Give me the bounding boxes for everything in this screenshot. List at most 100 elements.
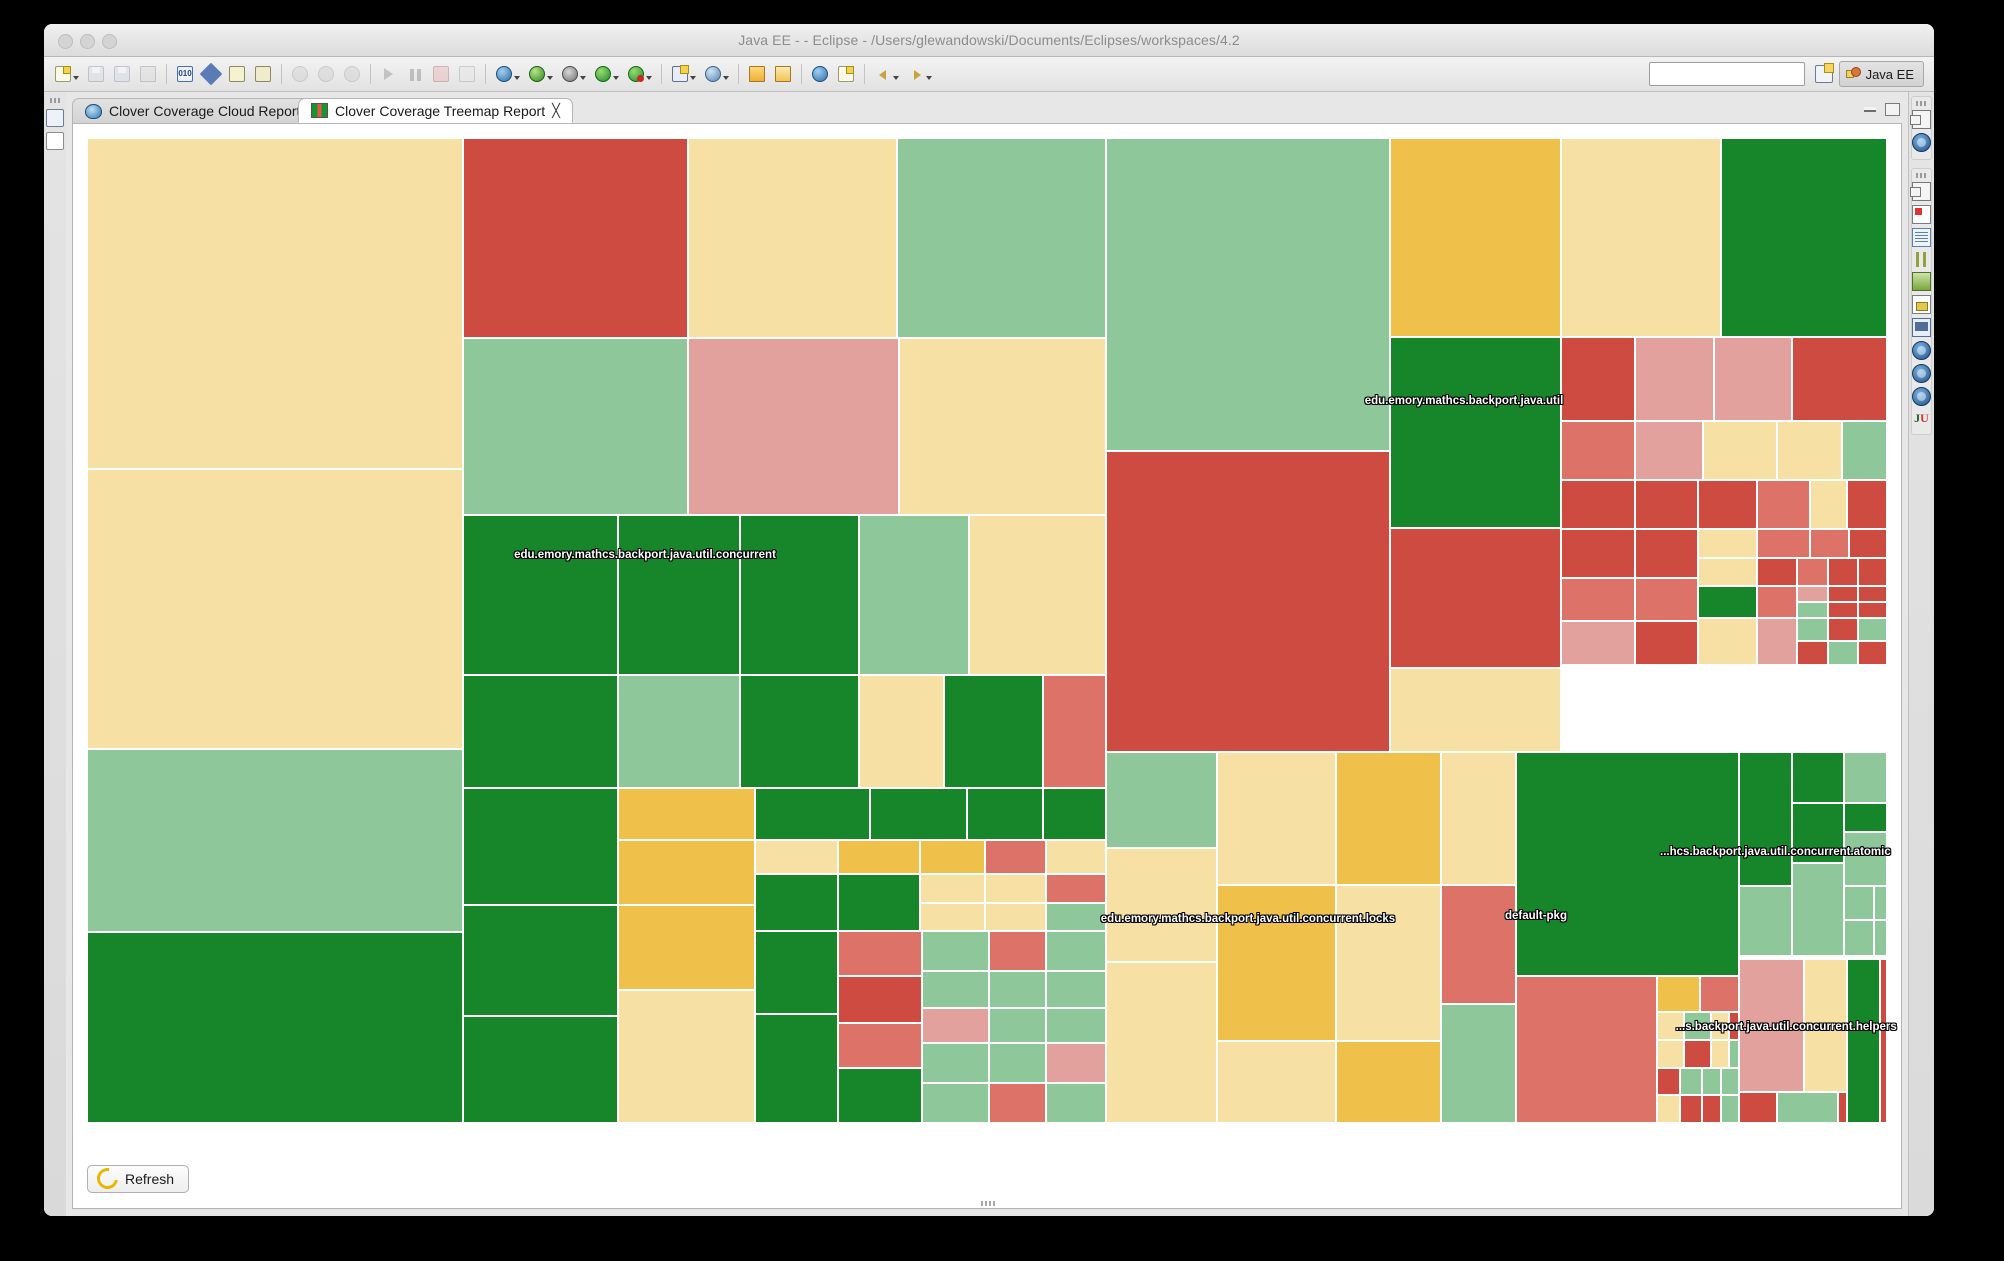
treemap-cell[interactable] — [988, 1007, 1047, 1044]
new-project-icon[interactable] — [670, 64, 696, 84]
treemap-cell[interactable] — [1874, 885, 1887, 921]
treemap-cell[interactable] — [1757, 557, 1797, 587]
run-icon[interactable] — [593, 64, 619, 84]
treemap-cell[interactable] — [1561, 336, 1635, 421]
treemap-cell[interactable] — [1390, 336, 1562, 529]
treemap-cell[interactable] — [1701, 1067, 1722, 1096]
treemap-cell[interactable] — [837, 1022, 923, 1068]
treemap-cell[interactable] — [920, 840, 986, 874]
print-icon[interactable] — [138, 64, 158, 84]
treemap-cell[interactable] — [1843, 802, 1887, 833]
treemap-cell[interactable] — [754, 1013, 838, 1123]
treemap-cell[interactable] — [1046, 1043, 1106, 1083]
treemap-cell[interactable] — [1739, 958, 1805, 1093]
last-edit-icon[interactable] — [836, 64, 856, 84]
treemap-cell[interactable] — [463, 674, 618, 789]
clover-view-icon[interactable] — [1912, 387, 1931, 406]
treemap-cell[interactable] — [1791, 802, 1844, 863]
treemap-cell[interactable] — [1791, 336, 1887, 421]
treemap-cell[interactable] — [1046, 1007, 1106, 1044]
save-all-icon[interactable] — [112, 64, 132, 84]
task-icon[interactable] — [227, 64, 247, 84]
treemap-cell[interactable] — [1797, 586, 1828, 602]
treemap-cell[interactable] — [837, 873, 921, 931]
treemap-cell[interactable] — [1440, 751, 1517, 885]
treemap-cell[interactable] — [1827, 601, 1859, 618]
tab-clover-coverage-cloud-report[interactable]: Clover Coverage Cloud Report — [72, 98, 314, 123]
treemap-cell[interactable] — [1827, 641, 1859, 665]
treemap-cell[interactable] — [688, 337, 899, 516]
treemap-cell[interactable] — [1827, 617, 1859, 642]
treemap-cell[interactable] — [1046, 930, 1106, 972]
treemap-cell[interactable] — [1721, 1095, 1740, 1123]
treemap-cell[interactable] — [1739, 1092, 1778, 1123]
treemap-cell[interactable] — [1046, 1082, 1106, 1123]
treemap-cell[interactable] — [1797, 557, 1828, 587]
treemap-cell[interactable] — [1874, 920, 1887, 956]
treemap-cell[interactable] — [1858, 601, 1887, 618]
treemap-cell[interactable] — [1858, 641, 1887, 665]
treemap-cell[interactable] — [1561, 420, 1635, 480]
treemap-cell[interactable] — [1843, 920, 1875, 956]
treemap-cell[interactable] — [1336, 1041, 1441, 1123]
treemap-cell[interactable] — [1105, 751, 1218, 849]
treemap-cell[interactable] — [1827, 557, 1859, 587]
globe-icon[interactable] — [494, 64, 520, 84]
treemap-cell[interactable] — [985, 903, 1047, 931]
treemap-cell[interactable] — [1809, 529, 1850, 558]
annotation-icon[interactable] — [253, 64, 273, 84]
treemap-cell[interactable] — [1217, 884, 1337, 1042]
servers-view-icon[interactable] — [1912, 272, 1931, 291]
treemap-cell[interactable] — [1516, 976, 1657, 1123]
open-type-icon[interactable] — [747, 64, 767, 84]
clover-icon[interactable] — [527, 64, 553, 84]
treemap-cell[interactable] — [1561, 529, 1635, 579]
treemap-cell[interactable] — [1390, 138, 1562, 337]
binary-icon[interactable]: 010 — [175, 64, 195, 84]
close-icon[interactable]: ╳ — [552, 104, 560, 117]
treemap-cell[interactable] — [1739, 751, 1792, 886]
disconnect-icon[interactable] — [457, 64, 477, 84]
treemap-cell[interactable] — [1046, 971, 1106, 1008]
treemap-cell[interactable] — [1858, 557, 1887, 587]
table-view-icon[interactable] — [1912, 228, 1931, 247]
treemap-cell[interactable] — [1698, 617, 1758, 665]
treemap-cell[interactable] — [740, 674, 860, 789]
treemap-cell[interactable] — [1728, 1011, 1740, 1041]
refresh-button[interactable]: Refresh — [87, 1163, 190, 1194]
treemap-cell[interactable] — [837, 976, 923, 1023]
treemap-cell[interactable] — [1879, 958, 1887, 1123]
maximize-icon[interactable] — [1885, 103, 1900, 116]
resume-icon[interactable] — [379, 64, 399, 84]
treemap-cell[interactable] — [618, 674, 741, 789]
treemap-cell[interactable] — [1656, 976, 1700, 1012]
treemap-cell[interactable] — [1847, 958, 1880, 1123]
save-icon[interactable] — [86, 64, 106, 84]
treemap-cell[interactable] — [1336, 751, 1441, 885]
treemap-cell[interactable] — [1105, 138, 1391, 452]
treemap-cell[interactable] — [922, 1007, 989, 1044]
treemap-cell[interactable] — [988, 930, 1047, 972]
fastview-handle[interactable] — [1915, 173, 1928, 178]
treemap-cell[interactable] — [688, 138, 897, 338]
treemap-cell[interactable] — [1561, 138, 1722, 337]
treemap-cell[interactable] — [618, 840, 755, 906]
resize-grip[interactable] — [981, 1201, 997, 1206]
treemap-cell[interactable] — [988, 971, 1047, 1008]
forward-arrow-icon[interactable] — [906, 64, 932, 84]
treemap-cell[interactable] — [1105, 962, 1218, 1123]
treemap-cell[interactable] — [1843, 832, 1887, 886]
treemap-cell[interactable] — [87, 931, 464, 1123]
treemap-cell[interactable] — [754, 930, 838, 1014]
back-arrow-icon[interactable] — [873, 64, 899, 84]
treemap-cell[interactable] — [1858, 586, 1887, 602]
step-over-icon[interactable] — [316, 64, 336, 84]
treemap-cell[interactable] — [463, 337, 689, 516]
treemap-cell[interactable] — [922, 1043, 989, 1083]
treemap-cell[interactable] — [837, 930, 923, 977]
treemap-cell[interactable] — [1797, 601, 1828, 618]
treemap-cell[interactable] — [1791, 751, 1844, 803]
treemap-cell[interactable] — [740, 515, 860, 675]
treemap-cell[interactable] — [1561, 578, 1635, 621]
treemap-cell[interactable] — [859, 674, 944, 789]
